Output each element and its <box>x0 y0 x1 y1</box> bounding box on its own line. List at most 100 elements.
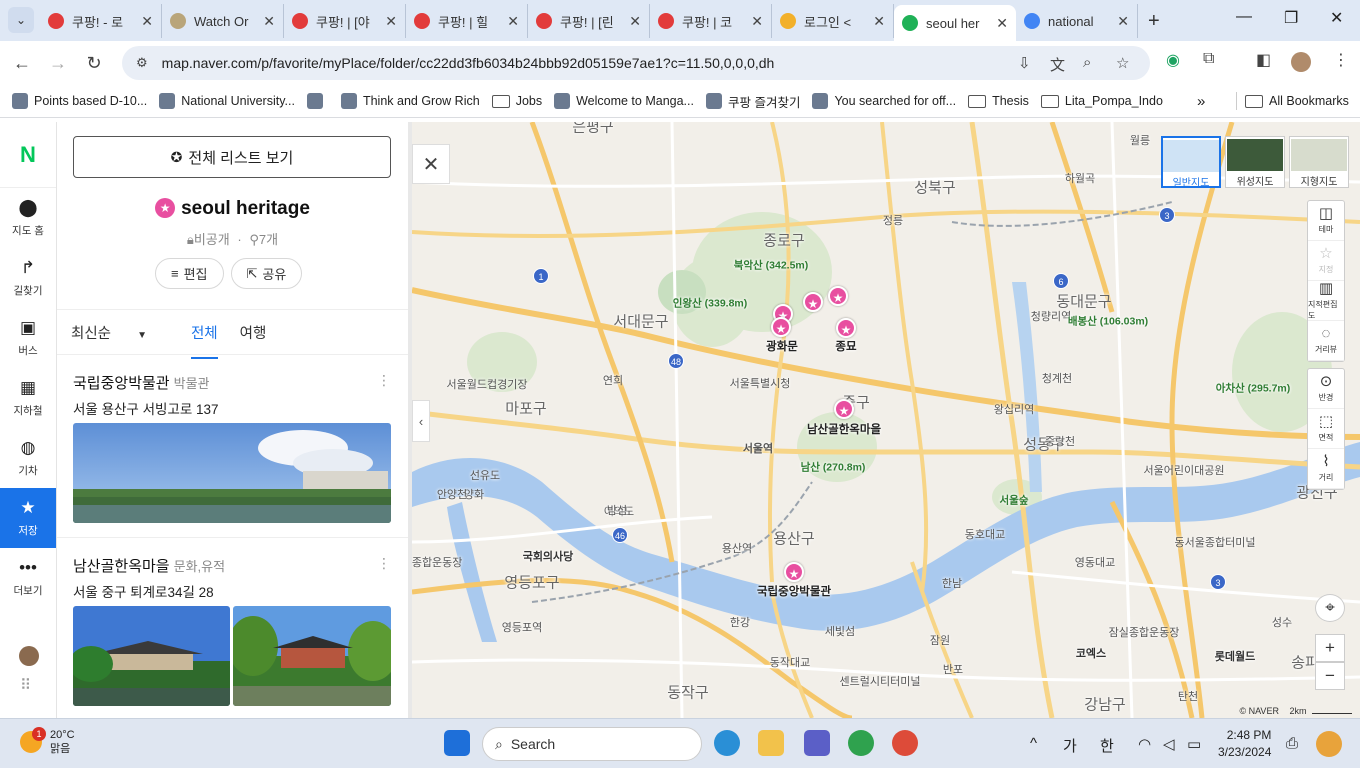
zoom-icon[interactable]: ⌕ <box>1083 54 1091 71</box>
side-panel-icon[interactable]: ◧ <box>1256 50 1271 70</box>
file-explorer-icon[interactable] <box>758 730 784 756</box>
install-icon[interactable]: ⇩ <box>1018 54 1031 72</box>
nav-item[interactable]: ◍ 기차 <box>0 428 56 488</box>
close-tab-icon[interactable]: ✕ <box>873 13 885 30</box>
edge-icon[interactable] <box>714 730 740 756</box>
ime-ga[interactable]: 가 <box>1063 735 1077 756</box>
all-bookmarks[interactable]: All Bookmarks <box>1245 94 1349 108</box>
saved-place-pin[interactable]: ★ <box>803 292 823 312</box>
saved-place-pin[interactable]: ★ <box>784 562 804 582</box>
teams-icon[interactable] <box>804 730 830 756</box>
ime-han[interactable]: 한 <box>1100 735 1114 756</box>
volume-icon[interactable]: ◁ <box>1163 735 1175 753</box>
close-tab-icon[interactable]: ✕ <box>263 13 275 30</box>
nav-item[interactable]: ↱ 길찾기 <box>0 248 56 308</box>
list-item[interactable]: 국립중앙박물관 박물관 서울 용산구 서빙고로 137 ⋮ <box>73 372 391 418</box>
map-tool-button[interactable]: ⌇ 거리 <box>1308 449 1344 489</box>
map-tool-button[interactable]: ☆ 지정 <box>1308 241 1344 281</box>
menu-icon[interactable]: ⋮ <box>1333 50 1349 70</box>
naver-logo[interactable]: N <box>0 122 56 188</box>
share-button[interactable]: ⇱ 공유 <box>230 258 303 289</box>
copilot-icon[interactable] <box>1316 731 1342 757</box>
browser-tab[interactable]: Watch Or ✕ <box>162 4 284 38</box>
close-tab-icon[interactable]: ✕ <box>141 13 153 30</box>
close-tab-icon[interactable]: ✕ <box>1117 13 1129 30</box>
map-type-normal[interactable]: 일반지도 <box>1161 136 1221 189</box>
apps-grid-icon[interactable]: ⠿ <box>20 676 31 694</box>
saved-place-pin[interactable]: ★ <box>828 286 848 306</box>
browser-tab[interactable]: 쿠팡! - 로 ✕ <box>40 4 162 38</box>
browser-tab[interactable]: 쿠팡! | [린 ✕ <box>528 4 650 38</box>
zoom-out-button[interactable]: − <box>1315 662 1345 690</box>
place-photo[interactable] <box>73 423 391 523</box>
place-label-city-hall[interactable]: 서울특별시청 <box>730 375 791 391</box>
bookmark-item[interactable] <box>306 93 329 109</box>
place-label-coex[interactable]: 코엑스 <box>1076 645 1106 661</box>
place-name[interactable]: 남산골한옥마을 <box>73 558 170 575</box>
browser-tab[interactable]: 로그인 < ✕ <box>772 4 894 38</box>
bookmark-star-icon[interactable]: ☆ <box>1116 54 1129 72</box>
tab-search-icon[interactable]: ⌄ <box>8 7 34 33</box>
place-label-seoul-forest[interactable]: 서울숲 <box>1000 493 1029 508</box>
collapse-panel-button[interactable]: ‹ <box>412 400 430 442</box>
nav-item[interactable]: ▦ 지하철 <box>0 368 56 428</box>
browser-tab[interactable]: seoul her ✕ <box>894 5 1016 41</box>
chrome-profile-icon[interactable] <box>848 730 874 756</box>
map-tool-button[interactable]: ⊙ 반경 <box>1308 369 1344 409</box>
map-type-satellite[interactable]: 위성지도 <box>1225 136 1285 188</box>
saved-place-pin[interactable]: ★ <box>836 318 856 338</box>
more-bookmarks-icon[interactable]: » <box>1197 93 1205 110</box>
map-tool-button[interactable]: ◫ 테마 <box>1308 201 1344 241</box>
chrome-icon[interactable] <box>892 730 918 756</box>
bookmark-item[interactable]: Welcome to Manga... <box>554 93 694 109</box>
map-type-terrain[interactable]: 지형지도 <box>1289 136 1349 188</box>
bookmark-item[interactable]: You searched for off... <box>812 93 956 109</box>
browser-tab[interactable]: 쿠팡! | [야 ✕ <box>284 4 406 38</box>
close-tab-icon[interactable]: ✕ <box>751 13 763 30</box>
user-avatar[interactable] <box>19 646 39 666</box>
list-item[interactable]: 남산골한옥마을 문화,유적 서울 중구 퇴계로34길 28 ⋮ <box>73 555 391 601</box>
extensions-icon[interactable]: ⧉ <box>1203 50 1214 68</box>
close-tab-icon[interactable]: ✕ <box>507 13 519 30</box>
nav-item[interactable]: ★ 저장 <box>0 488 56 548</box>
place-name[interactable]: 국립중앙박물관 <box>73 375 170 392</box>
profile-avatar[interactable] <box>1291 52 1311 72</box>
place-photo[interactable] <box>233 606 391 706</box>
bookmark-item[interactable]: Points based D-10... <box>12 93 147 109</box>
forward-icon[interactable]: → <box>40 53 76 74</box>
more-options-icon[interactable]: ⋮ <box>377 555 391 572</box>
browser-tab[interactable]: 쿠팡! | 코 ✕ <box>650 4 772 38</box>
map-tool-button[interactable]: ▥ 지적편집도 <box>1308 280 1344 321</box>
url-text[interactable]: map.naver.com/p/favorite/myPlace/folder/… <box>162 55 775 71</box>
map-canvas[interactable]: 은평구 성북구 종로구 서대문구 동대문구 마포구 중구 성동구 광진구 용산구 영등포구 동작구 강남… <box>412 122 1360 718</box>
nav-item[interactable]: ▣ 버스 <box>0 308 56 368</box>
view-all-list-button[interactable]: ✪ 전체 리스트 보기 <box>73 136 391 178</box>
nav-item[interactable]: ••• 더보기 <box>0 548 56 608</box>
place-label-seoul-station[interactable]: 서울역 <box>743 440 773 456</box>
bookmark-item[interactable]: Thesis <box>968 94 1029 108</box>
nav-item[interactable]: ⬤ 지도 홈 <box>0 188 56 248</box>
reload-icon[interactable]: ↻ <box>76 53 112 74</box>
map-tool-button[interactable]: ⬚ 면적 <box>1308 409 1344 449</box>
back-icon[interactable]: ← <box>4 53 40 74</box>
close-window-icon[interactable]: ✕ <box>1330 8 1343 28</box>
place-photo[interactable] <box>73 606 230 706</box>
battery-icon[interactable]: ▭ <box>1187 735 1201 753</box>
new-tab-button[interactable]: + <box>1148 10 1160 33</box>
browser-tab[interactable]: 쿠팡! | 힐 ✕ <box>406 4 528 38</box>
saved-place-pin[interactable]: ★ <box>834 399 854 419</box>
more-options-icon[interactable]: ⋮ <box>377 372 391 389</box>
browser-tab[interactable]: national ✕ <box>1016 4 1138 38</box>
chevron-up-icon[interactable]: ^ <box>1030 735 1037 752</box>
edit-button[interactable]: ≡ 편집 <box>155 258 224 289</box>
close-tab-icon[interactable]: ✕ <box>629 13 641 30</box>
grammarly-icon[interactable]: ◉ <box>1166 50 1180 70</box>
notification-icon[interactable]: ⎙ <box>1286 735 1298 752</box>
place-label-national-assembly[interactable]: 국회의사당 <box>523 548 574 564</box>
map-tool-button[interactable]: ◌ 거리뷰 <box>1308 321 1344 361</box>
place-label-gwanghwamun[interactable]: 광화문 <box>766 338 798 354</box>
taskbar-search[interactable]: ⌕ Search <box>482 727 702 761</box>
translate-icon[interactable]: 文 <box>1050 54 1065 75</box>
current-location-button[interactable]: ⌖ <box>1315 594 1345 622</box>
wifi-icon[interactable]: ◠ <box>1138 735 1151 753</box>
